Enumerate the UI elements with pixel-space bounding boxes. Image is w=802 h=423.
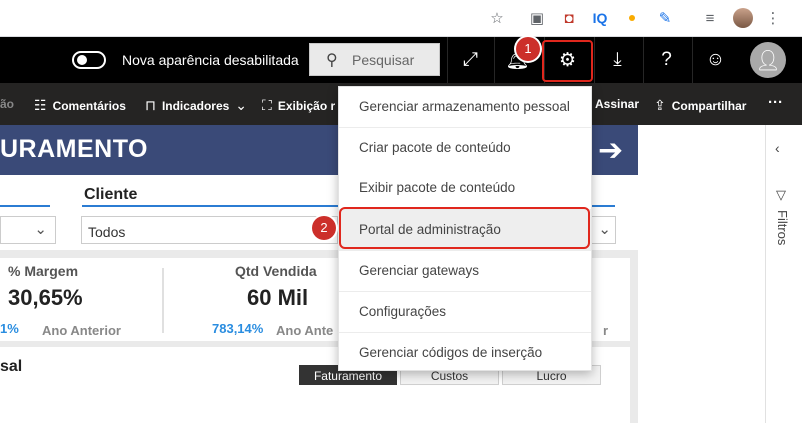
kpi-qty-value: 60 Mil <box>247 285 309 310</box>
menu-item-embed-codes[interactable]: Gerenciar códigos de inserção <box>339 332 591 373</box>
chevron-left-icon[interactable]: ‹ <box>775 140 780 156</box>
filters-pane-collapsed[interactable] <box>765 125 802 423</box>
slicer-dropdown-left[interactable]: ⌄ <box>0 216 56 244</box>
download-icon: ⤓ <box>613 49 622 70</box>
slicer-dropdown-right[interactable]: ⌄ <box>590 216 616 244</box>
slicer-client-dropdown[interactable]: Todos <box>81 216 338 244</box>
download-button[interactable]: ⤓ <box>594 37 640 83</box>
more-vert-icon[interactable]: ⋮ <box>762 7 784 29</box>
menu-item-create-content-pack[interactable]: Criar pacote de conteúdo <box>339 127 591 168</box>
search-icon: ⚲ <box>326 52 338 69</box>
pocket-icon[interactable]: ◘ <box>558 7 580 29</box>
kpi-third-prev: r <box>603 323 609 338</box>
search-input[interactable]: ⚲ Pesquisar <box>309 43 440 76</box>
iq-icon[interactable]: IQ <box>589 7 611 29</box>
slicer-underline <box>0 205 50 207</box>
expand-icon: ⤢ <box>462 49 479 70</box>
expand-button[interactable]: ⤢ <box>447 37 493 83</box>
kpi-margin-value: 30,65% <box>8 285 83 310</box>
screen: ☆ ▣ ◘ IQ ✎ ≡ ⋮ Nova aparência desabilita… <box>0 0 802 423</box>
star-icon[interactable]: ☆ <box>486 7 508 29</box>
step-badge-2: 2 <box>312 216 336 240</box>
slicer-client-title: Cliente <box>84 186 138 203</box>
comment-icon: ☷ <box>34 97 47 113</box>
new-look-toggle-label: Nova aparência desabilitada <box>122 52 299 68</box>
feedback-button[interactable]: ☺ <box>692 37 738 83</box>
slicer-underline <box>590 205 615 207</box>
user-icon: 👤︎ <box>755 49 781 72</box>
search-placeholder: Pesquisar <box>352 52 415 68</box>
browser-toolbar: ☆ ▣ ◘ IQ ✎ ≡ ⋮ <box>0 0 802 37</box>
filter-icon: ▽ <box>776 187 786 202</box>
settings-highlight <box>542 40 593 82</box>
view-button[interactable]: ⛶ Exibição r <box>262 97 335 114</box>
menu-item-manage-gateways[interactable]: Gerenciar gateways <box>339 250 591 291</box>
new-look-toggle[interactable] <box>72 51 106 69</box>
chart-title: sal <box>0 358 23 375</box>
report-title: URAMENTO <box>0 135 148 163</box>
chevron-down-icon: ⌄ <box>598 221 611 238</box>
filters-pane-label[interactable]: Filtros <box>775 210 790 245</box>
kpi-margin-prev: Ano Anterior <box>42 323 121 338</box>
comments-button[interactable]: ☷ Comentários <box>34 97 126 114</box>
kpi-qty-label: Qtd Vendida <box>235 263 317 279</box>
kpi-qty-pct: 783,14% <box>212 321 264 336</box>
profile-icon[interactable] <box>733 8 753 28</box>
view-icon: ⛶ <box>262 97 272 113</box>
action-partial[interactable]: ão <box>0 97 14 111</box>
menu-item-view-content-pack[interactable]: Exibir pacote de conteúdo <box>339 168 591 209</box>
chevron-down-icon: ⌄ <box>235 97 248 113</box>
step-badge-1: 1 <box>516 37 540 61</box>
kpi-divider <box>162 268 164 333</box>
help-icon: ? <box>661 49 672 70</box>
share-button[interactable]: ⇪ Compartilhar <box>654 97 746 114</box>
kpi-margin-pct: 1% <box>0 321 19 336</box>
account-button[interactable]: 👤︎ <box>750 42 786 78</box>
more-actions-button[interactable]: ··· <box>768 94 783 111</box>
playlist-icon[interactable]: ≡ <box>699 7 721 29</box>
kpi-margin-label: % Margem <box>8 263 79 279</box>
next-page-arrow-icon[interactable]: ➔ <box>598 133 623 168</box>
menu-item-settings[interactable]: Configurações <box>339 291 591 332</box>
help-button[interactable]: ? <box>643 37 689 83</box>
extension-icon[interactable]: ▣ <box>526 7 548 29</box>
subscribe-button[interactable]: Assinar <box>595 97 639 111</box>
pen-icon[interactable]: ✎ <box>654 7 676 29</box>
bookmark-icon: ⊓ <box>145 97 156 113</box>
chevron-down-icon: ⌄ <box>34 221 47 238</box>
bookmarks-button[interactable]: ⊓ Indicadores ⌄ <box>145 97 247 114</box>
admin-portal-highlight <box>339 207 590 249</box>
menu-item-personal-storage[interactable]: Gerenciar armazenamento pessoal <box>339 87 591 128</box>
dot-icon[interactable] <box>629 15 635 21</box>
smile-icon: ☺ <box>705 49 726 70</box>
slicer-underline <box>82 205 338 207</box>
share-icon: ⇪ <box>654 97 666 113</box>
kpi-qty-prev: Ano Ante <box>276 323 334 338</box>
